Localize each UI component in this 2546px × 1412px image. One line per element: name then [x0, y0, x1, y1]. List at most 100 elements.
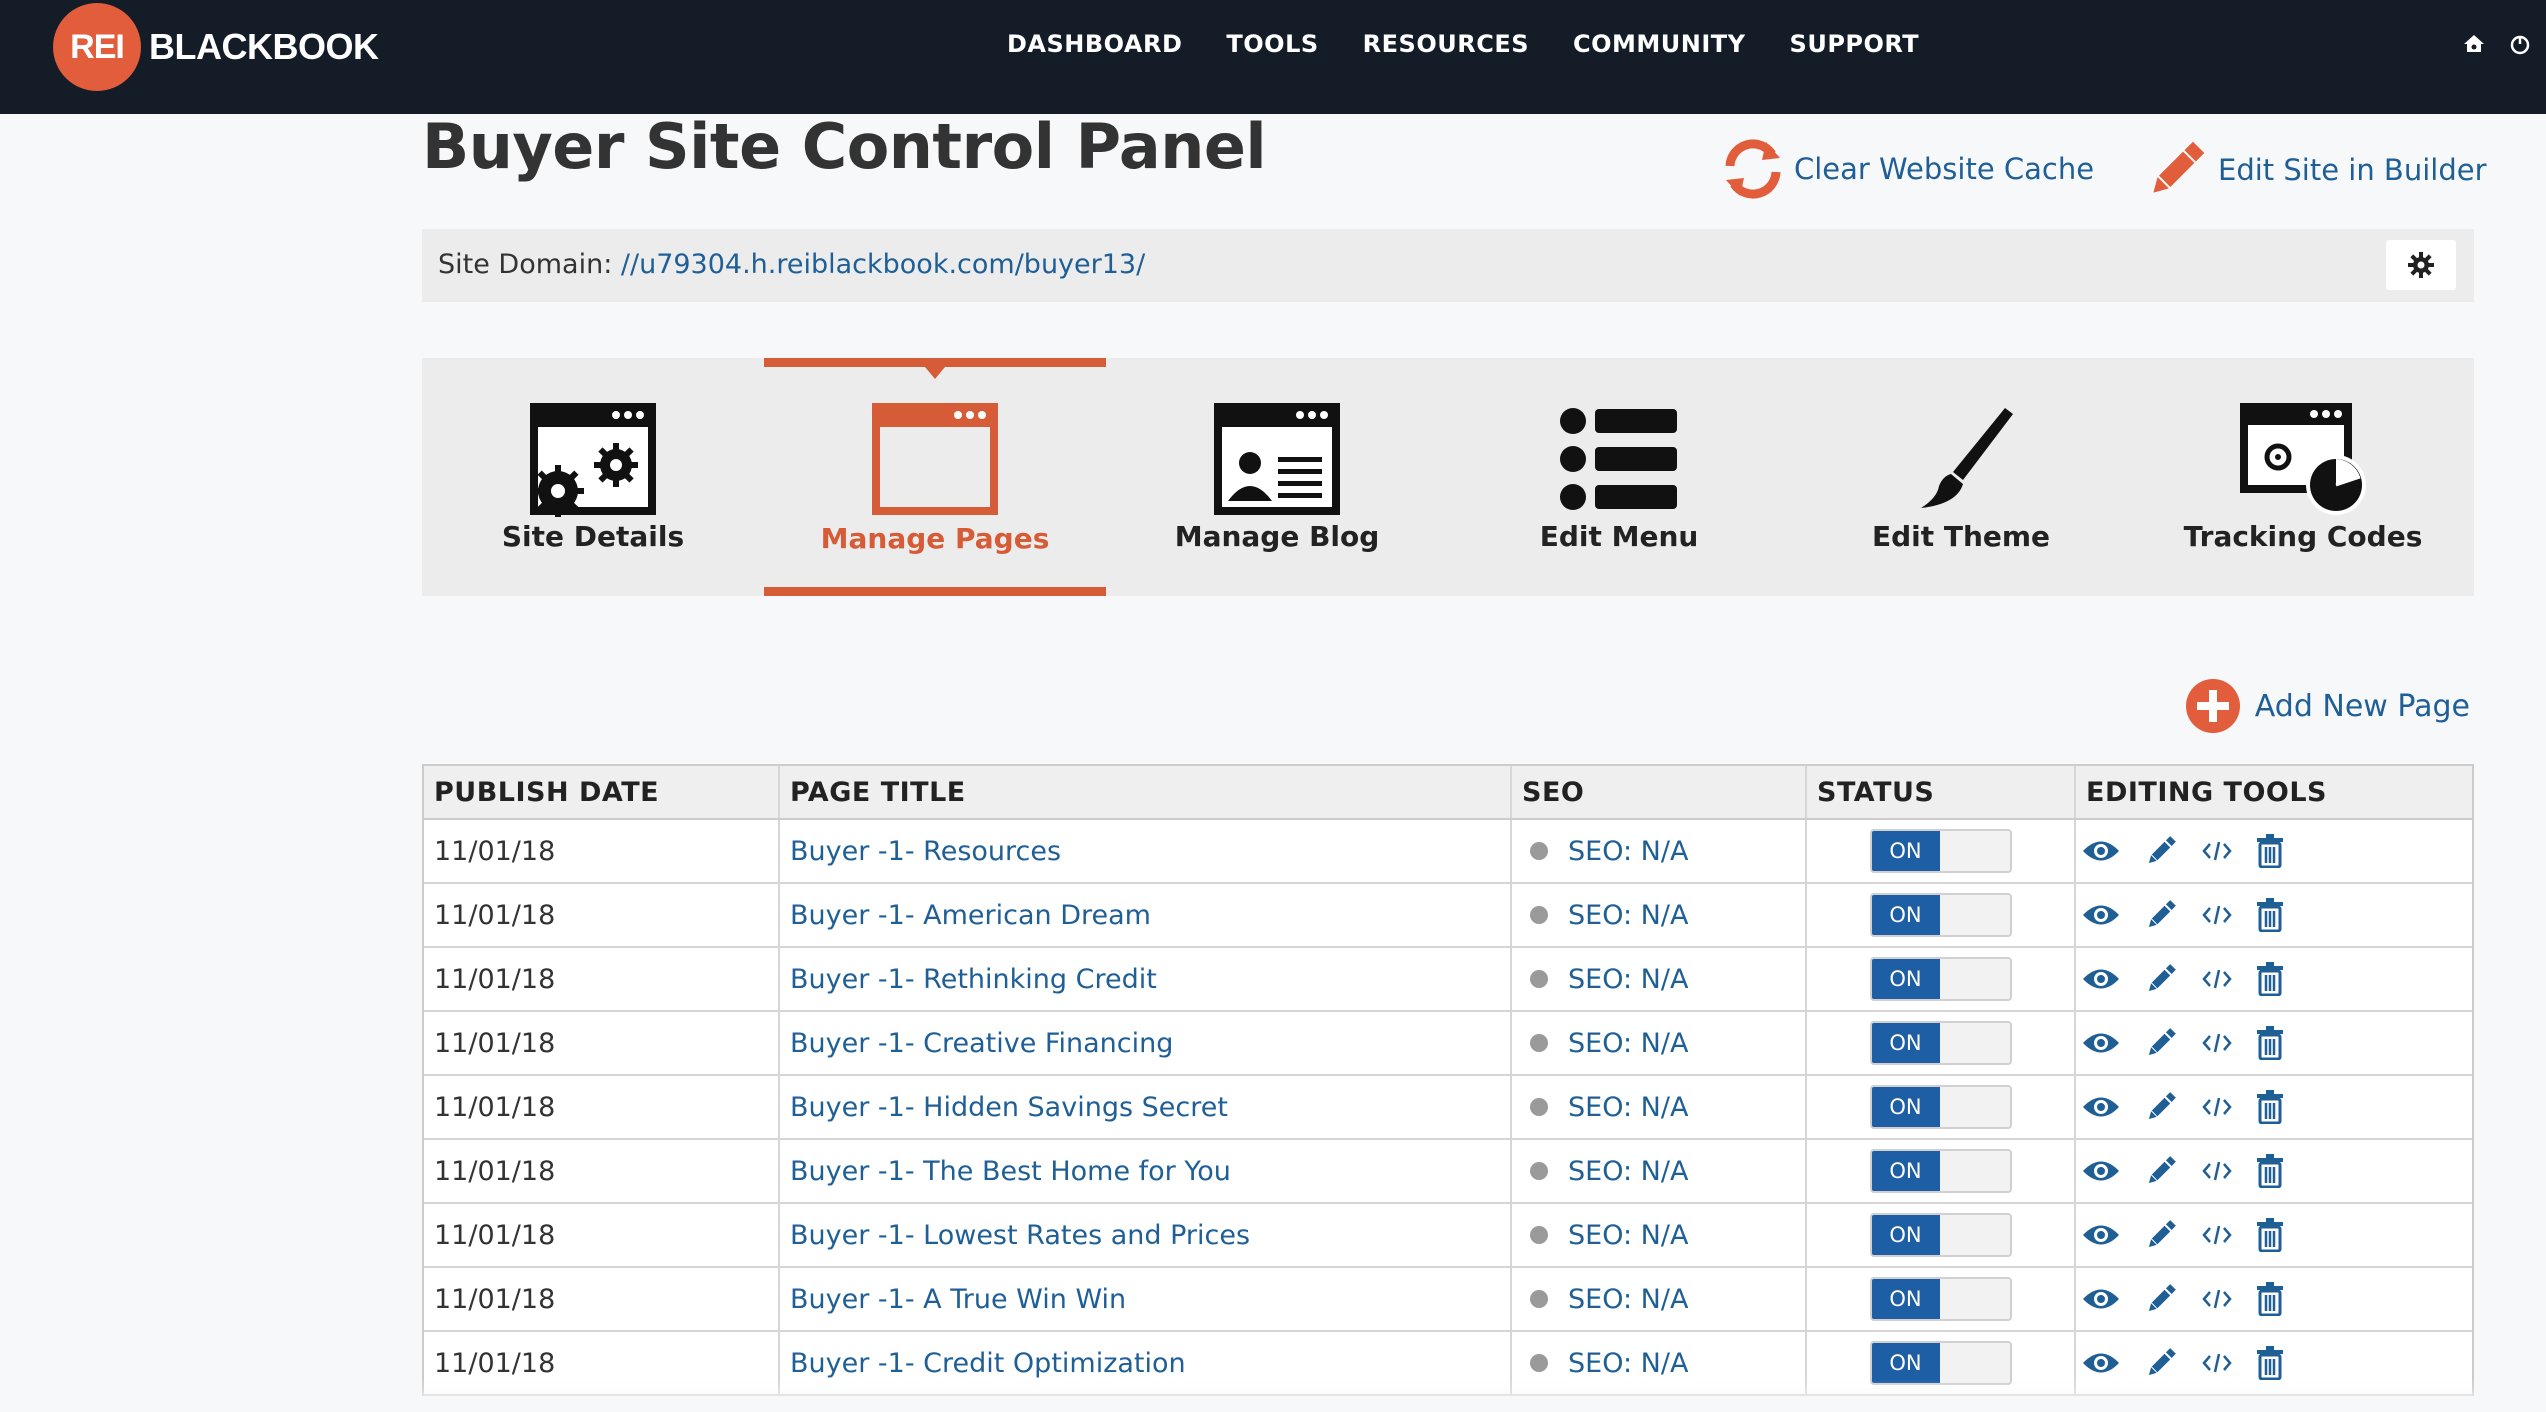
status-toggle[interactable]: ON — [1869, 1277, 2012, 1321]
list-icon — [1544, 394, 1694, 524]
status-on-label: ON — [1871, 1215, 1940, 1255]
eye-icon[interactable] — [2082, 1094, 2120, 1120]
trash-icon[interactable] — [2256, 834, 2284, 868]
pencil-icon[interactable] — [2144, 1346, 2178, 1380]
status-toggle[interactable]: ON — [1869, 957, 2012, 1001]
domain-settings-button[interactable] — [2386, 240, 2456, 290]
seo-link[interactable]: SEO: N/A — [1568, 836, 1688, 867]
tab-edit-theme[interactable]: Edit Theme — [1790, 358, 2132, 596]
editing-tools-cell — [2076, 820, 2472, 882]
trash-icon[interactable] — [2256, 1026, 2284, 1060]
site-domain-link[interactable]: //u79304.h.reiblackbook.com/buyer13/ — [621, 249, 1145, 280]
pencil-icon[interactable] — [2144, 898, 2178, 932]
home-gear-icon[interactable] — [2462, 32, 2486, 56]
tab-edit-menu[interactable]: Edit Menu — [1448, 358, 1790, 596]
logo-badge: REI — [53, 3, 141, 91]
nav-community[interactable]: COMMUNITY — [1573, 28, 1746, 60]
page-title-link[interactable]: Buyer -1- Credit Optimization — [790, 1348, 1186, 1379]
page-title-link[interactable]: Buyer -1- American Dream — [790, 900, 1151, 931]
status-toggle[interactable]: ON — [1869, 893, 2012, 937]
page-title-link[interactable]: Buyer -1- Resources — [790, 836, 1061, 867]
tab-manage-pages[interactable]: Manage Pages — [764, 358, 1106, 596]
status-toggle[interactable]: ON — [1869, 1085, 2012, 1129]
logo[interactable]: REI BLACKBOOK — [53, 3, 379, 91]
status-toggle[interactable]: ON — [1869, 1213, 2012, 1257]
browser-profile-icon — [1202, 394, 1352, 524]
seo-link[interactable]: SEO: N/A — [1568, 900, 1688, 931]
eye-icon[interactable] — [2082, 1286, 2120, 1312]
col-publish-date[interactable]: PUBLISH DATE — [424, 766, 780, 818]
eye-icon[interactable] — [2082, 902, 2120, 928]
trash-icon[interactable] — [2256, 898, 2284, 932]
page-title-link[interactable]: Buyer -1- Lowest Rates and Prices — [790, 1220, 1250, 1251]
status-toggle[interactable]: ON — [1869, 1149, 2012, 1193]
col-page-title[interactable]: PAGE TITLE — [780, 766, 1512, 818]
pencil-icon[interactable] — [2144, 1218, 2178, 1252]
eye-icon[interactable] — [2082, 838, 2120, 864]
tab-tracking-codes[interactable]: Tracking Codes — [2132, 358, 2474, 596]
trash-icon[interactable] — [2256, 1282, 2284, 1316]
seo-link[interactable]: SEO: N/A — [1568, 1284, 1688, 1315]
eye-icon[interactable] — [2082, 1158, 2120, 1184]
col-seo[interactable]: SEO — [1512, 766, 1807, 818]
nav-resources[interactable]: RESOURCES — [1363, 28, 1529, 60]
code-icon[interactable] — [2202, 902, 2232, 928]
seo-link[interactable]: SEO: N/A — [1568, 964, 1688, 995]
seo-link[interactable]: SEO: N/A — [1568, 1092, 1688, 1123]
pencil-icon[interactable] — [2144, 1154, 2178, 1188]
code-icon[interactable] — [2202, 1222, 2232, 1248]
status-cell: ON — [1807, 1140, 2076, 1202]
status-toggle[interactable]: ON — [1869, 1021, 2012, 1065]
code-icon[interactable] — [2202, 1286, 2232, 1312]
tab-site-details[interactable]: Site Details — [422, 358, 764, 596]
code-icon[interactable] — [2202, 1158, 2232, 1184]
tab-label: Site Details — [501, 520, 685, 553]
add-new-page-button[interactable]: Add New Page — [2185, 678, 2470, 734]
pencil-icon[interactable] — [2144, 834, 2178, 868]
nav-support[interactable]: SUPPORT — [1790, 28, 1920, 60]
pencil-icon[interactable] — [2144, 1090, 2178, 1124]
table-row: 11/01/18 Buyer -1- Lowest Rates and Pric… — [424, 1204, 2472, 1268]
page-title-link[interactable]: Buyer -1- Hidden Savings Secret — [790, 1092, 1228, 1123]
status-toggle[interactable]: ON — [1869, 829, 2012, 873]
code-icon[interactable] — [2202, 1030, 2232, 1056]
eye-icon[interactable] — [2082, 966, 2120, 992]
status-toggle[interactable]: ON — [1869, 1341, 2012, 1385]
trash-icon[interactable] — [2256, 1218, 2284, 1252]
page-title-link[interactable]: Buyer -1- The Best Home for You — [790, 1156, 1231, 1187]
pencil-icon[interactable] — [2144, 1026, 2178, 1060]
trash-icon[interactable] — [2256, 1346, 2284, 1380]
seo-link[interactable]: SEO: N/A — [1568, 1220, 1688, 1251]
clear-cache-button[interactable]: Clear Website Cache — [1720, 136, 2094, 202]
status-cell: ON — [1807, 820, 2076, 882]
col-status[interactable]: STATUS — [1807, 766, 2076, 818]
power-icon[interactable] — [2508, 32, 2532, 56]
eye-icon[interactable] — [2082, 1222, 2120, 1248]
pencil-icon[interactable] — [2144, 962, 2178, 996]
code-icon[interactable] — [2202, 1350, 2232, 1376]
code-icon[interactable] — [2202, 966, 2232, 992]
code-icon[interactable] — [2202, 838, 2232, 864]
trash-icon[interactable] — [2256, 962, 2284, 996]
eye-icon[interactable] — [2082, 1030, 2120, 1056]
seo-cell: SEO: N/A — [1512, 948, 1807, 1010]
seo-status-dot — [1530, 1162, 1548, 1180]
trash-icon[interactable] — [2256, 1154, 2284, 1188]
seo-link[interactable]: SEO: N/A — [1568, 1348, 1688, 1379]
seo-link[interactable]: SEO: N/A — [1568, 1156, 1688, 1187]
edit-builder-button[interactable]: Edit Site in Builder — [2142, 136, 2487, 204]
pencil-icon[interactable] — [2144, 1282, 2178, 1316]
page-title-cell: Buyer -1- American Dream — [780, 884, 1512, 946]
nav-tools[interactable]: TOOLS — [1226, 28, 1318, 60]
nav-dashboard[interactable]: DASHBOARD — [1007, 28, 1182, 60]
site-domain: Site Domain: //u79304.h.reiblackbook.com… — [438, 249, 1145, 280]
page-title-link[interactable]: Buyer -1- Rethinking Credit — [790, 964, 1157, 995]
page-title-link[interactable]: Buyer -1- Creative Financing — [790, 1028, 1173, 1059]
page-title-link[interactable]: Buyer -1- A True Win Win — [790, 1284, 1126, 1315]
seo-link[interactable]: SEO: N/A — [1568, 1028, 1688, 1059]
code-icon[interactable] — [2202, 1094, 2232, 1120]
tab-manage-blog[interactable]: Manage Blog — [1106, 358, 1448, 596]
eye-icon[interactable] — [2082, 1350, 2120, 1376]
trash-icon[interactable] — [2256, 1090, 2284, 1124]
page-title-cell: Buyer -1- Lowest Rates and Prices — [780, 1204, 1512, 1266]
